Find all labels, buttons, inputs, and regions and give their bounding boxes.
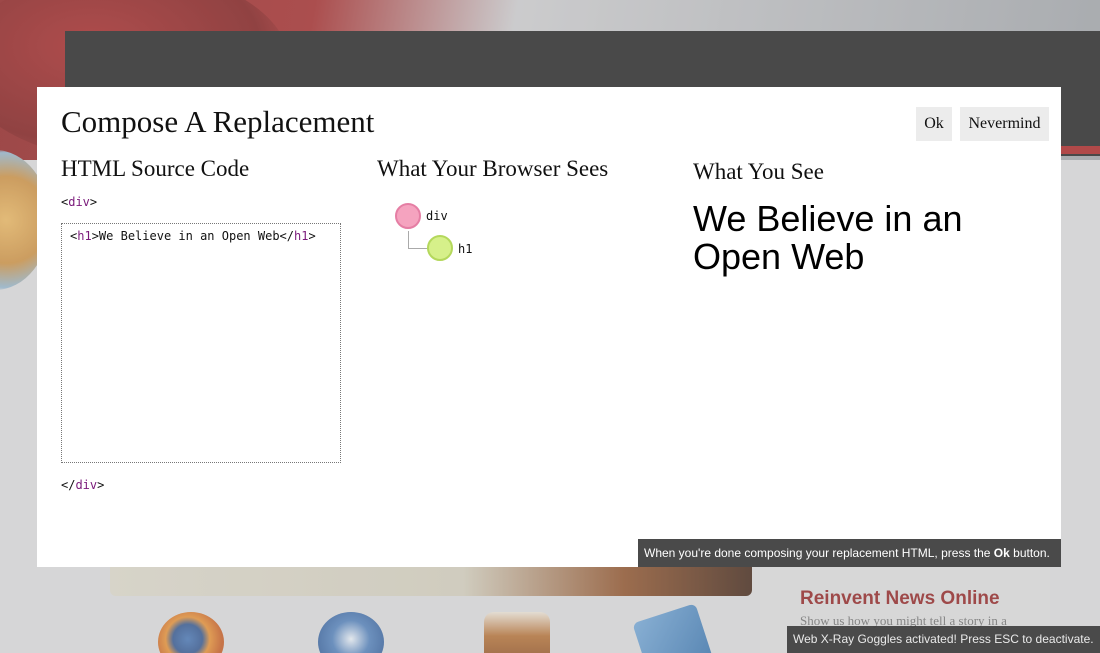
wrapper-close-tag: </div>	[61, 478, 105, 492]
html-source-heading: HTML Source Code	[61, 156, 250, 181]
dom-tree: div h1	[377, 197, 657, 297]
wrapper-open-tag: <div>	[61, 195, 98, 209]
html-source-editor[interactable]: <h1>We Believe in an Open Web</h1>	[61, 223, 341, 463]
dialog-title: Compose A Replacement	[61, 104, 375, 139]
browser-sees-heading: What Your Browser Sees	[377, 156, 609, 181]
hint-tooltip: When you're done composing your replacem…	[638, 539, 1061, 567]
nevermind-button[interactable]: Nevermind	[960, 107, 1049, 141]
div-node-circle	[395, 203, 421, 229]
div-node-label: div	[426, 209, 448, 223]
compose-replacement-dialog: Compose A Replacement Ok Nevermind HTML …	[37, 87, 1061, 567]
what-you-see-heading: What You See	[693, 159, 824, 184]
ok-button[interactable]: Ok	[916, 107, 952, 141]
rendered-preview: We Believe in an Open Web	[693, 198, 963, 277]
tree-connector	[408, 231, 409, 249]
goggles-status-bar: Web X-Ray Goggles activated! Press ESC t…	[787, 626, 1100, 653]
h1-node-label: h1	[458, 242, 473, 256]
screen: Reinvent News Online Show us how you mig…	[0, 0, 1100, 653]
tree-connector	[408, 248, 428, 249]
h1-node-circle	[427, 235, 453, 261]
